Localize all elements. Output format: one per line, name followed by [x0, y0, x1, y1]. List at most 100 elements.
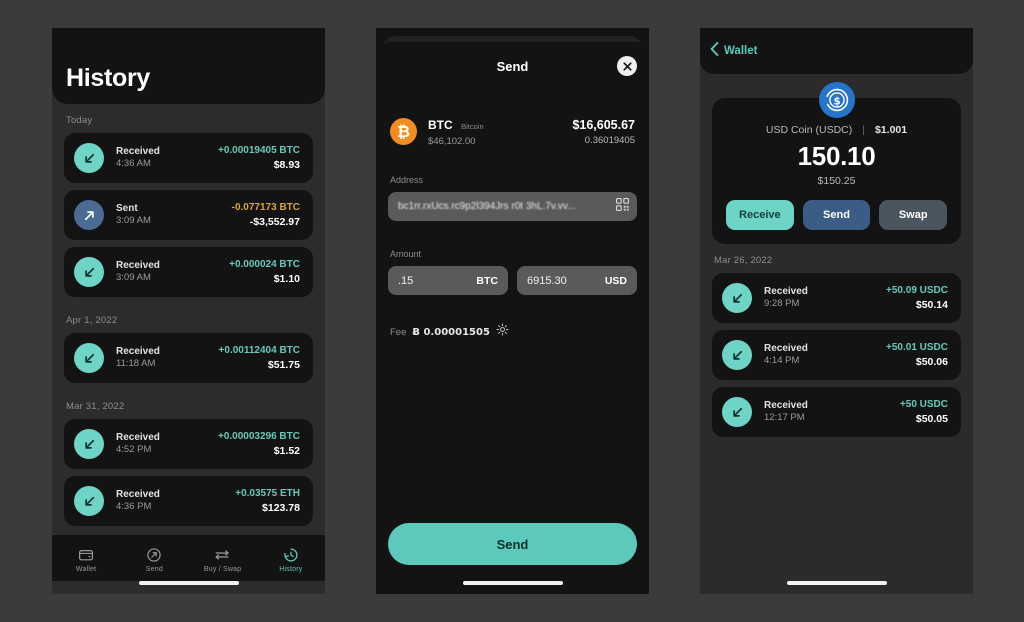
coin-symbol: BTC [428, 118, 453, 132]
history-transaction-list[interactable]: Today Received 4:36 AM +0.00019405 BTC $8.93… [52, 104, 325, 535]
tab-send[interactable]: Send [120, 547, 188, 573]
swap-button[interactable]: Swap [879, 200, 948, 230]
address-label: Address [390, 175, 424, 185]
amount-crypto-value: .15 [398, 274, 414, 287]
transaction-row[interactable]: Received 4:52 PM +0.00003296 BTC $1.52 [64, 419, 313, 469]
transaction-row[interactable]: Received 3:09 AM +0.000024 BTC $1.10 [64, 247, 313, 297]
qr-code-icon[interactable] [616, 197, 629, 216]
transaction-info: Received 4:14 PM [764, 342, 886, 368]
coin-fiat-balance: $16,605.67 [572, 117, 635, 132]
wallet-transaction-list[interactable]: Mar 26, 2022 Received 9:28 PM +50.09 USDC $5… [700, 244, 973, 581]
wallet-nav-label: Wallet [724, 45, 758, 57]
screens-stage: History Today Received 4:36 AM +0.00019405 … [0, 0, 1024, 622]
transaction-values: +0.000024 BTC $1.10 [229, 258, 300, 286]
transaction-amount: +0.03575 ETH [235, 488, 300, 500]
arrow-down-left-icon [74, 257, 104, 287]
token-meta: USD Coin (USDC) | $1.001 [726, 124, 947, 136]
tab-label: Send [145, 565, 163, 573]
transaction-info: Received 4:52 PM [116, 431, 218, 457]
wallet-detail-screen: Wallet $ USD Coin (USDC) | $1.001 150.10… [700, 28, 973, 594]
transaction-values: +0.03575 ETH $123.78 [235, 487, 300, 515]
transaction-time: 4:52 PM [116, 444, 152, 456]
transaction-type: Received [764, 342, 808, 354]
transaction-date-header: Mar 31, 2022 [66, 401, 125, 412]
transaction-date-header: Today [66, 115, 93, 126]
transaction-info: Received 3:09 AM [116, 259, 229, 285]
transaction-time: 3:09 AM [116, 272, 151, 284]
arrow-up-right-icon [74, 200, 104, 230]
close-icon[interactable] [617, 56, 637, 76]
transaction-amount: +0.000024 BTC [229, 259, 300, 271]
chevron-left-icon[interactable] [710, 41, 719, 61]
transaction-time: 9:28 PM [764, 298, 800, 310]
transaction-amount: +50.09 USDC [886, 285, 948, 297]
send-button[interactable]: Send [388, 523, 637, 565]
amount-label: Amount [390, 249, 422, 259]
clock-history-icon [283, 547, 299, 563]
transaction-time: 4:14 PM [764, 355, 800, 367]
fee-label: Fee [390, 326, 407, 338]
transaction-values: -0.077173 BTC -$3,552.97 [232, 201, 300, 229]
token-name: USD Coin (USDC) [765, 124, 853, 136]
transaction-info: Received 9:28 PM [764, 285, 886, 311]
token-action-buttons[interactable]: Receive Send Swap [726, 200, 948, 230]
arrow-down-left-icon [74, 143, 104, 173]
bottom-tab-bar[interactable]: Wallet Send Buy / Swap History [52, 535, 325, 581]
tab-buy-swap[interactable]: Buy / Swap [189, 547, 257, 573]
transaction-type: Received [116, 345, 160, 357]
wallet-back-nav[interactable]: Wallet [700, 28, 973, 74]
transaction-row[interactable]: Received 11:18 AM +0.00112404 BTC $51.75 [64, 333, 313, 383]
transaction-row[interactable]: Received 4:36 AM +0.00019405 BTC $8.93 [64, 133, 313, 183]
transaction-row[interactable]: Received 12:17 PM +50 USDC $50.05 [712, 387, 961, 437]
wallet-icon [78, 547, 94, 563]
coin-price: $46,102.00 [428, 136, 476, 147]
send-button[interactable]: Send [802, 200, 871, 230]
home-indicator [462, 581, 563, 585]
transaction-time: 12:17 PM [764, 412, 805, 424]
token-card-wrap: $ USD Coin (USDC) | $1.001 150.10 $150.2… [700, 74, 973, 244]
transaction-type: Received [764, 399, 808, 411]
selected-coin-row[interactable]: ₿ BTC Bitcoin $46,102.00 $16,605.67 0.36… [388, 116, 637, 147]
tab-label: History [279, 565, 303, 573]
coin-name: Bitcoin [461, 122, 484, 131]
gear-icon[interactable] [496, 323, 509, 341]
transaction-fiat: $123.78 [262, 501, 300, 514]
send-sheet: Send ₿ BTC Bitcoin $46,102.00 $16,605.67… [376, 42, 649, 581]
receive-button[interactable]: Receive [726, 200, 794, 230]
transaction-values: +0.00112404 BTC $51.75 [219, 344, 300, 372]
amount-fiat-input[interactable]: 6915.30 USD [517, 266, 637, 295]
transaction-type: Received [116, 145, 160, 157]
address-input[interactable]: bc1rr.rxUcs.rc9p2l394Jrs r0t 3hL.7v.vv..… [388, 192, 637, 221]
coin-balance: $16,605.67 0.36019405 [572, 118, 635, 146]
transaction-row[interactable]: Received 4:36 PM +0.03575 ETH $123.78 [64, 476, 313, 526]
transaction-fiat: $1.52 [273, 444, 300, 457]
amount-crypto-unit: BTC [476, 274, 498, 287]
transaction-amount: +50.01 USDC [886, 342, 948, 354]
fee-value: Ƀ 0.00001505 [412, 326, 490, 338]
transaction-info: Received 11:18 AM [116, 345, 219, 371]
transaction-fiat: $1.10 [273, 272, 300, 285]
home-indicator [786, 581, 887, 585]
transaction-fiat: $50.14 [915, 298, 948, 311]
transaction-fiat: $50.06 [915, 355, 948, 368]
transaction-fiat: $50.05 [915, 412, 948, 425]
arrow-down-left-icon [74, 486, 104, 516]
page-title: History [66, 64, 151, 92]
transaction-row[interactable]: Received 4:14 PM +50.01 USDC $50.06 [712, 330, 961, 380]
transaction-amount: -0.077173 BTC [231, 202, 300, 214]
amount-crypto-input[interactable]: .15 BTC [388, 266, 508, 295]
transaction-row[interactable]: Sent 3:09 AM -0.077173 BTC -$3,552.97 [64, 190, 313, 240]
history-screen: History Today Received 4:36 AM +0.00019405 … [52, 28, 325, 594]
address-value: bc1rr.rxUcs.rc9p2l394Jrs r0t 3hL.7v.vv..… [398, 201, 576, 212]
transaction-row[interactable]: Received 9:28 PM +50.09 USDC $50.14 [712, 273, 961, 323]
token-fiat-balance: $150.25 [817, 175, 856, 187]
tab-wallet[interactable]: Wallet [52, 547, 120, 573]
transaction-values: +0.00003296 BTC $1.52 [218, 430, 300, 458]
tab-history[interactable]: History [257, 547, 325, 573]
token-price: $1.001 [874, 124, 908, 136]
svg-text:$: $ [833, 96, 840, 107]
send-screen: Send ₿ BTC Bitcoin $46,102.00 $16,605.67… [376, 28, 649, 594]
arrow-down-left-icon [722, 397, 752, 427]
transaction-date-header: Mar 26, 2022 [714, 255, 773, 266]
